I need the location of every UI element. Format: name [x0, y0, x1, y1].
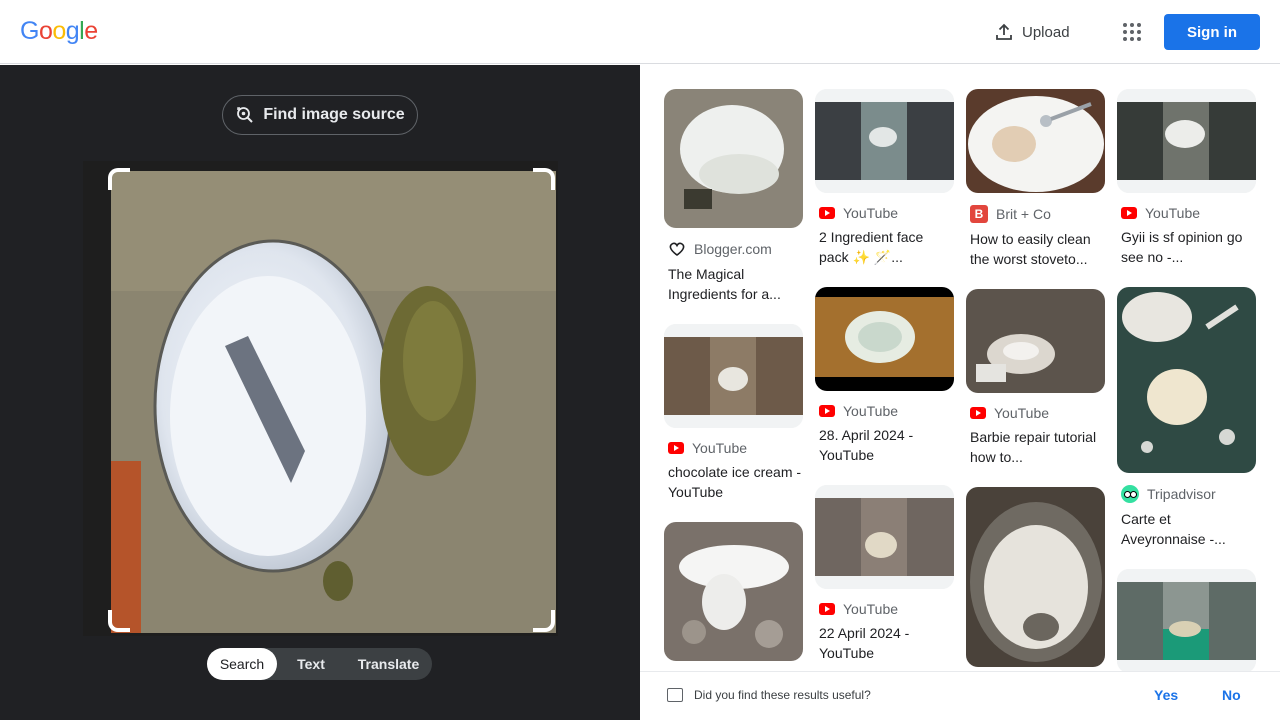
query-image[interactable]	[83, 161, 558, 636]
find-image-source-button[interactable]: Find image source	[222, 95, 418, 135]
youtube-icon	[970, 407, 986, 419]
result-title: 22 April 2024 - YouTube	[819, 625, 910, 661]
result-thumbnail	[815, 287, 954, 391]
result-source: YouTube	[994, 405, 1050, 421]
result-thumbnail	[815, 485, 954, 589]
result-title: The Magical Ingredients for a...	[668, 266, 781, 302]
result-thumbnail	[815, 89, 954, 193]
logo-letter: o	[52, 17, 66, 45]
feedback-yes-button[interactable]: Yes	[1154, 687, 1178, 703]
heart-icon	[669, 242, 685, 256]
result-source: Brit + Co	[996, 206, 1051, 222]
tab-search[interactable]: Search	[207, 648, 277, 680]
result-source: YouTube	[843, 403, 899, 419]
result-thumbnail	[664, 89, 803, 228]
crop-handle-top-right[interactable]	[533, 168, 555, 190]
youtube-icon	[1121, 207, 1137, 219]
visual-matches-panel: Blogger.com The Magical Ingredients for …	[640, 65, 1280, 720]
query-image-photo	[83, 161, 558, 636]
results-column: B Brit + Co How to easily clean the wors…	[966, 89, 1105, 687]
crop-handle-top-left[interactable]	[108, 168, 130, 190]
result-title: 2 Ingredient face pack ✨ 🪄...	[819, 229, 924, 265]
result-card[interactable]: YouTube 22 April 2024 - YouTube	[815, 485, 954, 663]
youtube-icon	[819, 405, 835, 417]
result-card[interactable]	[1117, 569, 1256, 673]
result-thumbnail	[966, 289, 1105, 393]
apps-grid-icon[interactable]	[1116, 16, 1148, 48]
crop-handle-bottom-right[interactable]	[533, 610, 555, 632]
result-card[interactable]: B Brit + Co How to easily clean the wors…	[966, 89, 1105, 269]
result-title: Barbie repair tutorial how to...	[970, 429, 1097, 465]
result-thumbnail	[1117, 287, 1256, 473]
tab-translate[interactable]: Translate	[345, 648, 432, 680]
find-image-source-label: Find image source	[263, 106, 405, 123]
result-thumbnail	[966, 487, 1105, 667]
result-title: chocolate ice cream - YouTube	[668, 464, 802, 500]
result-card[interactable]: YouTube chocolate ice cream - YouTube	[664, 324, 803, 502]
logo-letter: e	[84, 17, 98, 45]
results-column: YouTube 2 Ingredient face pack ✨ 🪄... Yo…	[815, 89, 954, 683]
result-title: 28. April 2024 - YouTube	[819, 427, 914, 463]
result-card[interactable]	[966, 487, 1105, 667]
crop-handle-bottom-left[interactable]	[108, 610, 130, 632]
britco-icon: B	[970, 205, 988, 223]
query-image-panel: Find image source Search Text Translate	[0, 65, 640, 720]
youtube-icon	[819, 207, 835, 219]
feedback-no-button[interactable]: No	[1222, 687, 1241, 703]
result-card[interactable]: Tripadvisor Carte et Aveyronnaise -...	[1117, 287, 1256, 549]
result-title: Carte et Aveyronnaise -...	[1121, 511, 1226, 547]
google-logo[interactable]: Google	[20, 17, 98, 46]
result-thumbnail	[1117, 569, 1256, 673]
result-source: YouTube	[1145, 205, 1201, 221]
logo-letter: o	[38, 17, 53, 45]
result-source: YouTube	[692, 440, 748, 456]
result-source: Blogger.com	[694, 241, 772, 257]
result-card[interactable]: YouTube 28. April 2024 - YouTube	[815, 287, 954, 465]
result-source: YouTube	[843, 601, 899, 617]
result-title: Gyii is sf opinion go see no -...	[1121, 229, 1243, 265]
upload-label: Upload	[1022, 23, 1070, 41]
logo-letter: g	[65, 17, 80, 45]
results-column: Blogger.com The Magical Ingredients for …	[664, 89, 803, 681]
upload-icon	[996, 23, 1012, 40]
feedback-icon	[667, 688, 683, 702]
sign-in-button[interactable]: Sign in	[1164, 14, 1260, 50]
result-card[interactable]: YouTube Barbie repair tutorial how to...	[966, 289, 1105, 467]
lens-mode-tabs: Search Text Translate	[207, 648, 432, 680]
logo-letter: G	[20, 17, 39, 45]
result-card[interactable]	[664, 522, 803, 661]
result-thumbnail	[664, 324, 803, 428]
result-thumbnail	[966, 89, 1105, 193]
tab-text[interactable]: Text	[277, 648, 345, 680]
result-card[interactable]: YouTube 2 Ingredient face pack ✨ 🪄...	[815, 89, 954, 267]
result-card[interactable]: YouTube Gyii is sf opinion go see no -..…	[1117, 89, 1256, 267]
result-source: Tripadvisor	[1147, 486, 1216, 502]
result-title: How to easily clean the worst stoveto...	[970, 231, 1091, 267]
lens-search-icon	[237, 107, 254, 123]
youtube-icon	[819, 603, 835, 615]
result-thumbnail	[664, 522, 803, 661]
result-source: YouTube	[843, 205, 899, 221]
feedback-question: Did you find these results useful?	[694, 688, 871, 702]
top-bar: Google Upload Sign in	[0, 0, 1280, 64]
results-column: YouTube Gyii is sf opinion go see no -..…	[1117, 89, 1256, 693]
tripadvisor-icon	[1121, 485, 1139, 503]
result-thumbnail	[1117, 89, 1256, 193]
upload-button[interactable]: Upload	[984, 14, 1080, 50]
result-card[interactable]: Blogger.com The Magical Ingredients for …	[664, 89, 803, 304]
youtube-icon	[668, 442, 684, 454]
feedback-bar: Did you find these results useful? Yes N…	[640, 671, 1280, 720]
